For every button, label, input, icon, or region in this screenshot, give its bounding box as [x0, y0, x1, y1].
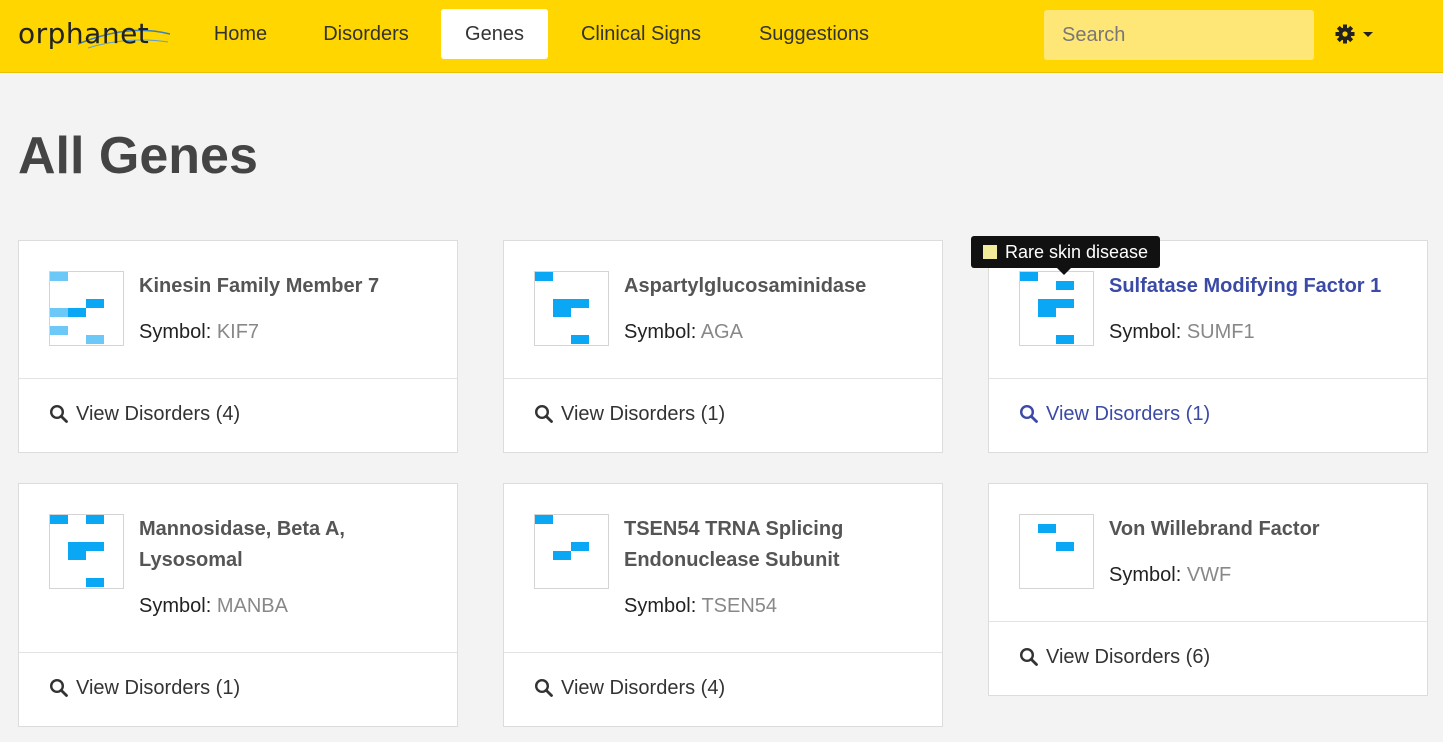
view-disorders-link[interactable]: View Disorders (4): [534, 674, 725, 702]
gene-name[interactable]: Sulfatase Modifying Factor 1: [1109, 271, 1409, 302]
orphanet-logo[interactable]: orphanet: [18, 14, 173, 54]
nav-home[interactable]: Home: [193, 9, 288, 59]
symbol-label: Symbol:: [139, 321, 217, 343]
nav-genes[interactable]: Genes: [441, 9, 548, 59]
gene-thumbnail: [49, 514, 124, 589]
page-title: All Genes: [18, 127, 258, 185]
caret-down-icon: [1363, 32, 1373, 37]
view-disorders-link[interactable]: View Disorders (1): [1019, 400, 1210, 428]
nav-disorders[interactable]: Disorders: [303, 9, 429, 59]
search-icon: [1019, 404, 1038, 423]
gene-symbol: Symbol: AGA: [624, 318, 743, 346]
search-icon: [534, 404, 553, 423]
symbol-label: Symbol:: [1109, 321, 1187, 343]
view-disorders-label: View Disorders (6): [1046, 646, 1211, 668]
settings-dropdown[interactable]: [1334, 20, 1378, 50]
symbol-value: MANBA: [216, 595, 288, 617]
gene-card: Von Willebrand Factor Symbol: VWF View D…: [988, 483, 1428, 696]
gene-name[interactable]: Aspartylglucosaminidase: [624, 271, 924, 302]
view-disorders-link[interactable]: View Disorders (6): [1019, 643, 1210, 671]
gene-symbol: Symbol: MANBA: [139, 592, 288, 620]
logo-text: orphanet: [18, 17, 150, 50]
view-disorders-link[interactable]: View Disorders (1): [534, 400, 725, 428]
symbol-label: Symbol:: [624, 321, 701, 343]
gene-thumbnail: [1019, 271, 1094, 346]
gene-symbol: Symbol: VWF: [1109, 561, 1231, 589]
symbol-value: SUMF1: [1186, 321, 1255, 343]
tooltip-arrow: [1057, 268, 1071, 275]
gene-card: Kinesin Family Member 7 Symbol: KIF7 Vie…: [18, 240, 458, 453]
symbol-value: TSEN54: [701, 595, 778, 617]
gene-thumbnail: [49, 271, 124, 346]
symbol-value: KIF7: [216, 321, 260, 343]
tooltip: Rare skin disease: [971, 236, 1160, 275]
gene-symbol: Symbol: KIF7: [139, 318, 259, 346]
legend-swatch: [983, 245, 997, 259]
gene-thumbnail: [534, 271, 609, 346]
view-disorders-link[interactable]: View Disorders (4): [49, 400, 240, 428]
gene-symbol: Symbol: SUMF1: [1109, 318, 1255, 346]
tooltip-text: Rare skin disease: [1005, 242, 1149, 262]
symbol-value: AGA: [700, 321, 743, 343]
view-disorders-label: View Disorders (4): [561, 677, 726, 699]
symbol-label: Symbol:: [1109, 564, 1187, 586]
gene-card: Sulfatase Modifying Factor 1 Symbol: SUM…: [988, 240, 1428, 453]
gene-card: Mannosidase, Beta A, Lysosomal Symbol: M…: [18, 483, 458, 727]
search-input[interactable]: [1044, 10, 1314, 60]
view-disorders-link[interactable]: View Disorders (1): [49, 674, 240, 702]
search-icon: [1019, 647, 1038, 666]
search-icon: [534, 678, 553, 697]
gene-card: TSEN54 TRNA Splicing Endonuclease Subuni…: [503, 483, 943, 727]
top-navbar: orphanet Home Disorders Genes Clinical S…: [0, 0, 1443, 73]
search-icon: [49, 404, 68, 423]
view-disorders-label: View Disorders (1): [561, 403, 726, 425]
symbol-label: Symbol:: [139, 595, 217, 617]
gene-card: Aspartylglucosaminidase Symbol: AGA View…: [503, 240, 943, 453]
gear-icon: [1335, 24, 1373, 44]
gene-name[interactable]: Kinesin Family Member 7: [139, 271, 439, 302]
gene-name[interactable]: Von Willebrand Factor: [1109, 514, 1409, 545]
gene-symbol: Symbol: TSEN54: [624, 592, 777, 620]
gene-name[interactable]: Mannosidase, Beta A, Lysosomal: [139, 514, 439, 576]
symbol-label: Symbol:: [624, 595, 702, 617]
search-icon: [49, 678, 68, 697]
view-disorders-label: View Disorders (4): [76, 403, 241, 425]
nav-clinical-signs[interactable]: Clinical Signs: [560, 9, 722, 59]
view-disorders-label: View Disorders (1): [1046, 403, 1211, 425]
nav-suggestions[interactable]: Suggestions: [737, 9, 891, 59]
view-disorders-label: View Disorders (1): [76, 677, 241, 699]
gene-name[interactable]: TSEN54 TRNA Splicing Endonuclease Subuni…: [624, 514, 924, 576]
symbol-value: VWF: [1186, 564, 1232, 586]
gene-thumbnail: [1019, 514, 1094, 589]
gene-thumbnail: [534, 514, 609, 589]
